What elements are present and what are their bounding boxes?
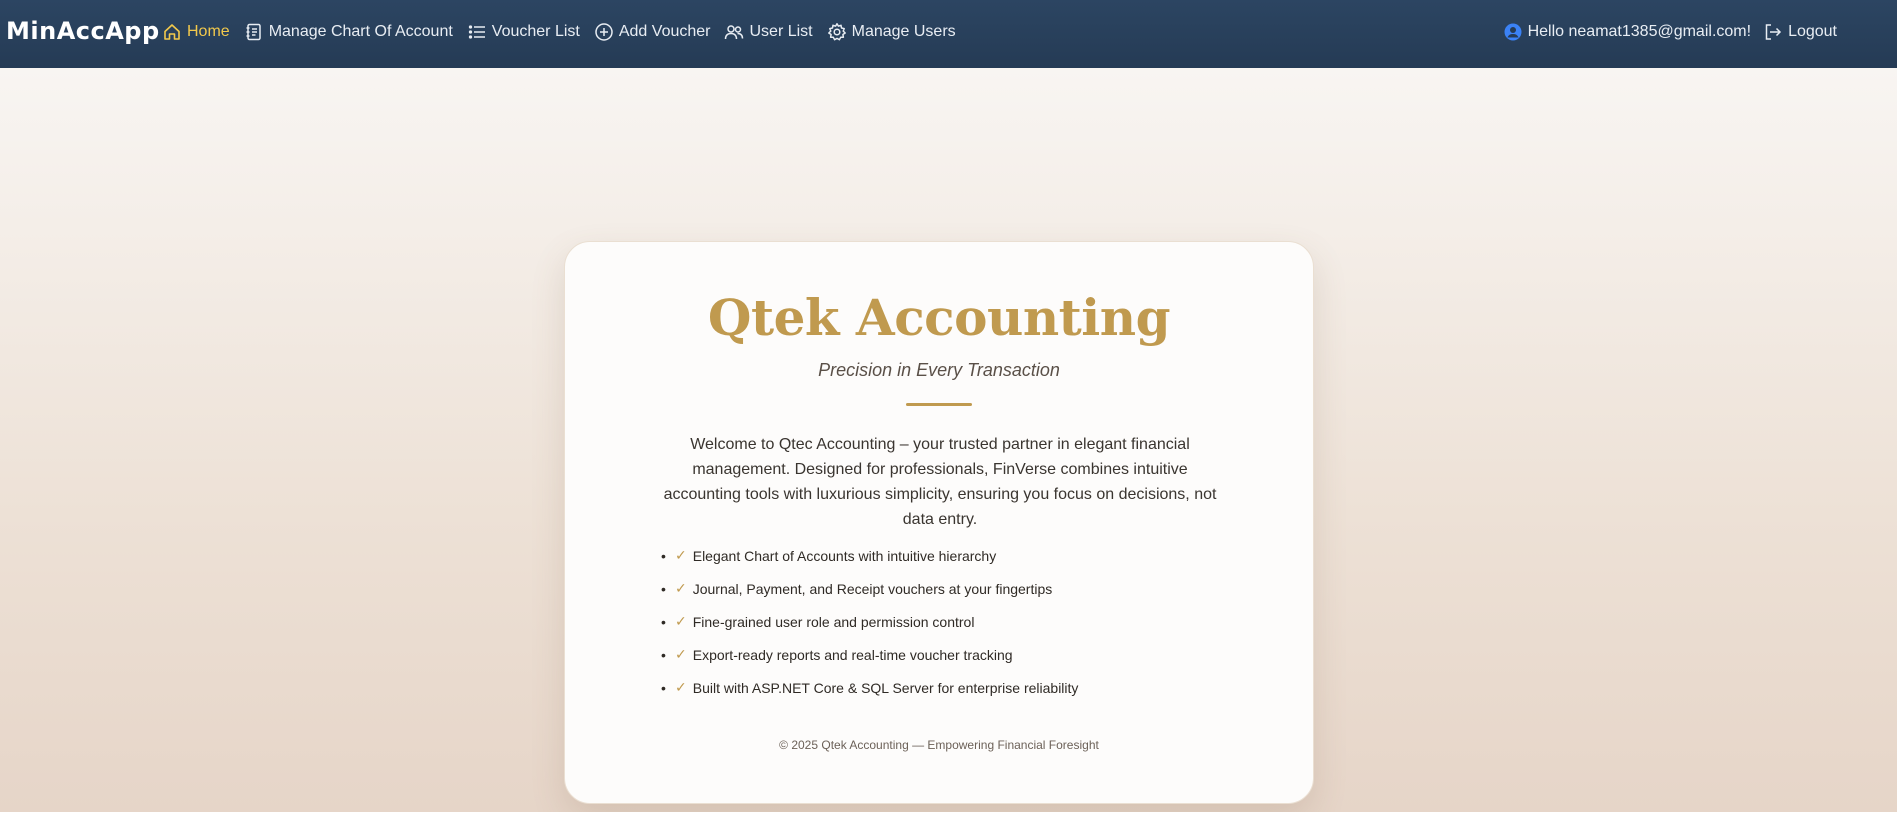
nav-home-label: Home xyxy=(187,23,230,40)
feature-text: Elegant Chart of Accounts with intuitive… xyxy=(692,547,997,564)
nav-home[interactable]: Home xyxy=(162,22,230,42)
feature-list: • ✓ Elegant Chart of Accounts with intuiti… xyxy=(661,539,1221,704)
feature-text: Export-ready reports and real-time vouch… xyxy=(692,646,1013,663)
check-icon: ✓ xyxy=(675,613,687,629)
user-circle-icon xyxy=(1504,23,1522,41)
nav-user-list[interactable]: User List xyxy=(724,22,813,42)
feature-item: • ✓ Fine-grained user role and permission … xyxy=(661,613,975,630)
feature-item: • ✓ Export-ready reports and real-time vou… xyxy=(661,646,1013,663)
logout-label: Logout xyxy=(1788,23,1837,40)
check-icon: ✓ xyxy=(675,646,687,662)
plus-circle-icon xyxy=(595,23,613,41)
home-icon xyxy=(164,24,180,40)
feature-item: • ✓ Built with ASP.NET Core & SQL Server f… xyxy=(661,679,1079,696)
nav-add-voucher-label: Add Voucher xyxy=(618,23,711,40)
check-icon: ✓ xyxy=(675,580,687,596)
nav-right: Hello neamat1385@gmail.com! Logout xyxy=(1491,0,1837,64)
feature-text: Fine-grained user role and permission co… xyxy=(692,613,975,630)
nav-add-voucher[interactable]: Add Voucher xyxy=(594,22,711,42)
nav-links: Home Manage Chart Of Account Voucher Lis… xyxy=(162,0,970,64)
gold-divider xyxy=(906,403,972,406)
card-title: Qtek Accounting xyxy=(707,288,1171,347)
nav-voucher-list-label: Voucher List xyxy=(491,23,580,40)
welcome-card: Qtek Accounting Precision in Every Trans… xyxy=(564,241,1314,804)
nav-manage-users-label: Manage Users xyxy=(851,23,956,40)
feature-item: • ✓ Journal, Payment, and Receipt vouchers… xyxy=(661,580,1053,597)
card-footer: © 2025 Qtek Accounting — Empowering Fina… xyxy=(779,738,1099,752)
list-icon xyxy=(468,25,485,39)
check-icon: ✓ xyxy=(675,547,687,563)
feature-text: Journal, Payment, and Receipt vouchers a… xyxy=(692,580,1053,597)
logout-icon xyxy=(1765,24,1782,40)
card-subtitle: Precision in Every Transaction xyxy=(818,360,1060,380)
top-navbar: MinAccApp Home Manage Chart Of Account V… xyxy=(0,0,1897,68)
feature-text: Built with ASP.NET Core & SQL Server for… xyxy=(692,679,1079,696)
nav-manage-chart-of-account[interactable]: Manage Chart Of Account xyxy=(244,22,453,42)
main-content: Qtek Accounting Precision in Every Trans… xyxy=(0,68,1897,812)
page-bottom xyxy=(0,812,1897,827)
nav-manage-chart-label: Manage Chart Of Account xyxy=(268,23,453,40)
user-greeting[interactable]: Hello neamat1385@gmail.com! xyxy=(1503,22,1751,42)
users-icon xyxy=(725,25,744,40)
intro-paragraph: Welcome to Qtec Accounting – your truste… xyxy=(663,436,1217,528)
nav-user-list-label: User List xyxy=(749,23,813,40)
gear-icon xyxy=(827,23,846,41)
feature-item: • ✓ Elegant Chart of Accounts with intuiti… xyxy=(661,547,997,564)
journal-icon xyxy=(246,23,261,41)
app-brand[interactable]: MinAccApp xyxy=(6,17,160,45)
nav-manage-users[interactable]: Manage Users xyxy=(827,22,956,42)
check-icon: ✓ xyxy=(675,679,687,695)
nav-voucher-list[interactable]: Voucher List xyxy=(467,22,580,42)
greeting-text: Hello neamat1385@gmail.com! xyxy=(1527,23,1752,40)
logout-button[interactable]: Logout xyxy=(1763,22,1837,42)
